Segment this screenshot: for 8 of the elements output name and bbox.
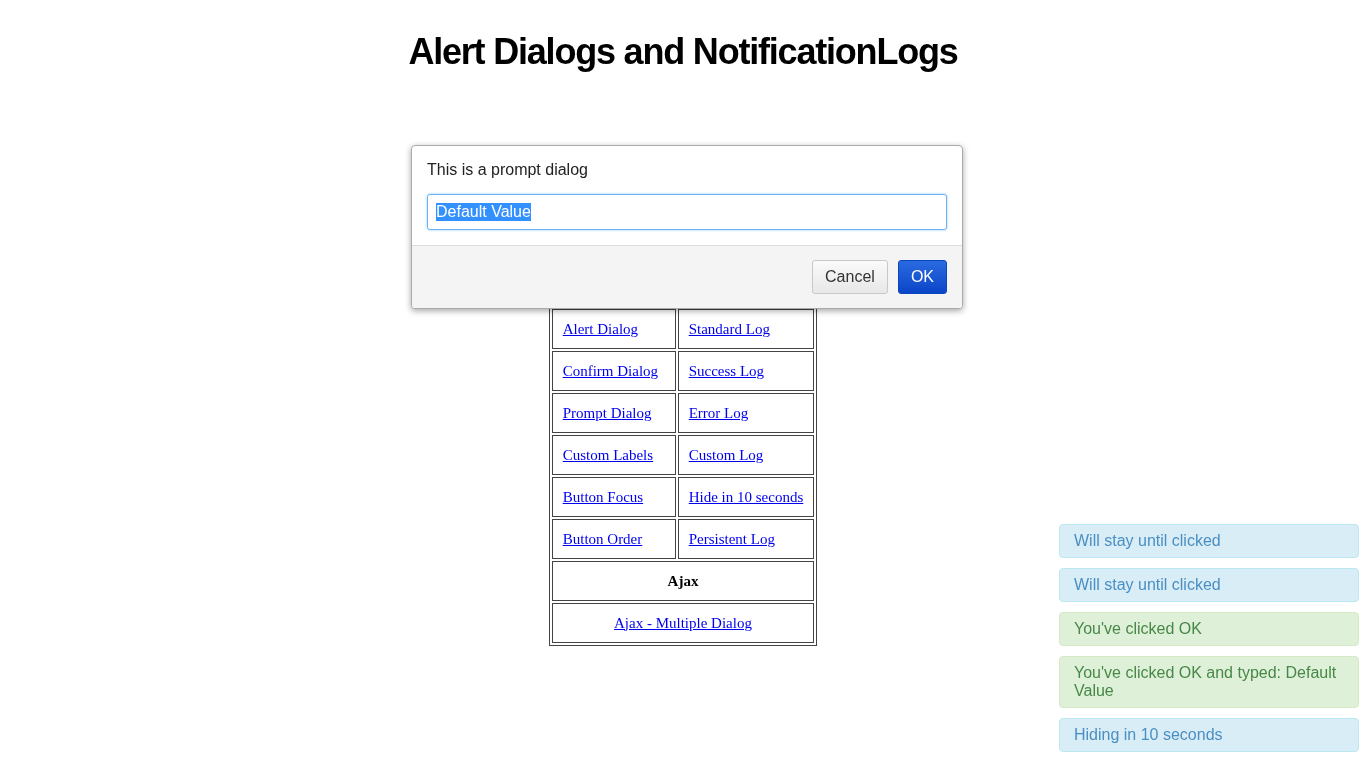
dialog-message: This is a prompt dialog [427, 161, 589, 179]
cancel-button[interactable]: Cancel [812, 260, 888, 294]
notification[interactable]: You've clicked OK [1059, 612, 1359, 646]
ok-button[interactable]: OK [897, 260, 947, 294]
section-heading: Ajax [667, 572, 699, 589]
page-title: Alert Dialogs and NotificationLogs [408, 30, 958, 74]
link[interactable]: Error Log [688, 404, 749, 421]
notification[interactable]: You've clicked OK and typed: Default Value [1059, 656, 1359, 708]
